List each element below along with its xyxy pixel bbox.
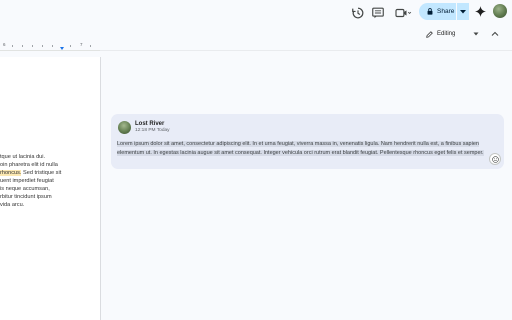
ruler[interactable]: 6 7 [0,42,100,51]
doc-line: rbitur tincidunt ipsum [0,194,52,200]
comment-author: Lost River [135,121,165,127]
doc-line: rhoncus. Sed tristique sit [0,169,61,177]
add-emoji-reaction-button[interactable] [489,153,501,165]
document-body[interactable]: tque ut lacinia dui. oin pharetra elit i… [0,153,61,209]
chevron-down-icon[interactable] [473,31,479,37]
pencil-icon [426,30,433,38]
editing-label: Editing [437,31,456,37]
meet-icon[interactable] [394,6,412,20]
chevron-up-icon[interactable] [491,30,499,38]
doc-line-rest: Sed tristique sit [21,170,62,176]
avatar [118,121,131,134]
doc-line: uent imperdiet feugiat [0,178,54,184]
highlighted-text[interactable]: rhoncus. [0,170,22,176]
doc-line: tque ut lacinia dui. [0,154,46,160]
share-label: Share [437,8,455,15]
comment-body: Lorem ipsum dolor sit amet, consectetur … [117,140,497,158]
ruler-number: 7 [80,42,83,47]
version-history-icon[interactable] [351,6,365,20]
document-page[interactable]: tque ut lacinia dui. oin pharetra elit i… [0,57,101,320]
ruler-number: 6 [3,42,6,47]
comment-icon[interactable] [371,6,385,20]
top-bar: Share [0,0,512,26]
doc-line: vida arcu. [0,202,25,208]
comment-timestamp: 12:18 PM Today [135,128,170,133]
gemini-sparkle-icon[interactable] [475,6,486,17]
emoji-icon [491,155,499,163]
lock-icon [427,8,433,15]
doc-line: is neque accumsan, [0,186,50,192]
account-avatar[interactable] [493,4,507,18]
ruler-divider [100,50,512,51]
comment-text: Lorem ipsum dolor sit amet, consectetur … [117,141,484,156]
editing-mode-button[interactable]: Editing [426,28,455,40]
comment-card[interactable]: Lost River 12:18 PM Today Lorem ipsum do… [111,114,504,169]
doc-line: oin pharetra elit id nulla [0,162,58,168]
chevron-down-icon [460,9,466,13]
indent-marker[interactable] [60,47,64,50]
